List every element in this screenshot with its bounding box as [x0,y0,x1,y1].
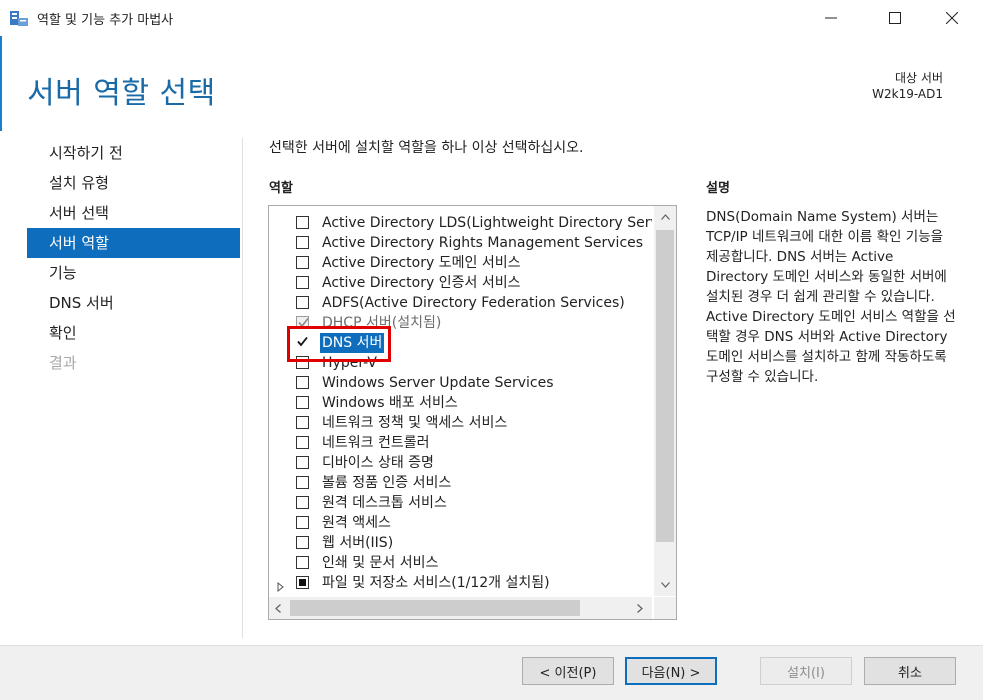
role-row[interactable]: 볼륨 정품 인증 서비스 [269,473,652,493]
horizontal-scrollbar[interactable] [269,597,652,619]
role-label: 볼륨 정품 인증 서비스 [322,475,452,491]
role-label: 네트워크 정책 및 액세스 서비스 [322,415,508,431]
page-title: 서버 역할 선택 [27,76,216,111]
scroll-right-icon[interactable] [631,599,649,617]
roles-header: 역할 [269,181,293,196]
role-label: 원격 데스크톱 서비스 [322,495,447,511]
role-checkbox[interactable] [296,436,309,449]
role-checkbox[interactable] [296,476,309,489]
role-checkbox[interactable] [296,216,309,229]
role-row[interactable]: DHCP 서버(설치됨) [269,313,652,333]
role-label: Windows 배포 서비스 [322,395,458,411]
role-checkbox[interactable] [296,296,309,309]
role-description: DNS(Domain Name System) 서버는 TCP/IP 네트워크에… [706,209,956,385]
role-row[interactable]: 디바이스 상태 증명 [269,453,652,473]
install-button: 설치(I) [760,657,852,685]
nav-divider [242,138,243,638]
maximize-button[interactable] [872,0,918,36]
role-checkbox[interactable] [296,276,309,289]
scroll-down-icon[interactable] [654,576,676,594]
nav-item-confirmation[interactable]: 확인 [27,318,240,348]
nav-item-before-you-begin[interactable]: 시작하기 전 [27,138,240,168]
window-title: 역할 및 기능 추가 마법사 [37,13,174,28]
window-edge-accent [0,36,2,131]
role-checkbox[interactable] [296,376,309,389]
role-checkbox[interactable] [296,556,309,569]
role-label: Windows Server Update Services [322,375,554,391]
role-checkbox [296,316,309,329]
target-server-value: W2k19-AD1 [872,87,943,101]
role-row[interactable]: Active Directory 인증서 서비스 [269,273,652,293]
role-checkbox[interactable] [296,416,309,429]
role-label: DHCP 서버(설치됨) [322,315,442,331]
server-manager-icon [9,9,29,27]
vertical-scroll-thumb[interactable] [656,230,674,542]
expand-arrow-icon[interactable] [277,577,285,593]
roles-list[interactable]: Active Directory LDS(Lightweight Directo… [268,205,677,620]
role-label: Active Directory 인증서 서비스 [322,275,521,291]
role-label: 네트워크 컨트롤러 [322,435,430,451]
cancel-button[interactable]: 취소 [864,657,956,685]
title-bar: 역할 및 기능 추가 마법사 [0,0,983,36]
next-button[interactable]: 다음(N) > [625,657,717,685]
role-label: 웹 서버(IIS) [322,535,394,551]
role-checkbox[interactable] [296,396,309,409]
role-checkbox[interactable] [296,256,309,269]
instruction-text: 선택한 서버에 설치할 역할을 하나 이상 선택하십시오. [269,140,584,156]
role-row[interactable]: 네트워크 컨트롤러 [269,433,652,453]
role-row[interactable]: DNS 서버 [269,333,652,353]
role-checkbox[interactable] [296,516,309,529]
wizard-nav: 시작하기 전 설치 유형 서버 선택 서버 역할 기능 DNS 서버 확인 결과 [27,138,240,378]
role-checkbox[interactable] [296,356,309,369]
role-label: Active Directory LDS(Lightweight Directo… [322,215,652,231]
scroll-up-icon[interactable] [654,208,676,226]
role-checkbox[interactable] [296,236,309,249]
description-header: 설명 [706,181,730,196]
nav-item-server-selection[interactable]: 서버 선택 [27,198,240,228]
role-row[interactable]: Windows Server Update Services [269,373,652,393]
role-label: ADFS(Active Directory Federation Service… [322,295,625,311]
scroll-left-icon[interactable] [269,599,287,617]
vertical-scrollbar[interactable] [654,206,676,596]
role-checkbox[interactable] [296,536,309,549]
role-row[interactable]: 파일 및 저장소 서비스(1/12개 설치됨) [269,573,652,593]
nav-item-dns-server[interactable]: DNS 서버 [27,288,240,318]
role-row[interactable]: Active Directory LDS(Lightweight Directo… [269,213,652,233]
nav-item-server-roles[interactable]: 서버 역할 [27,228,240,258]
role-row[interactable]: Hyper-V [269,353,652,373]
role-label: 파일 및 저장소 서비스(1/12개 설치됨) [322,575,550,591]
roles-list-viewport: Active Directory LDS(Lightweight Directo… [269,206,652,596]
role-row[interactable]: Active Directory Rights Management Servi… [269,233,652,253]
horizontal-scroll-thumb[interactable] [290,600,580,616]
close-button[interactable] [929,0,975,36]
role-row[interactable]: Active Directory 도메인 서비스 [269,253,652,273]
role-row[interactable]: 원격 액세스 [269,513,652,533]
role-label: Active Directory 도메인 서비스 [322,255,521,271]
role-checkbox[interactable] [296,576,309,589]
role-row[interactable]: Windows 배포 서비스 [269,393,652,413]
role-row[interactable]: 웹 서버(IIS) [269,533,652,553]
role-checkbox[interactable] [296,496,309,509]
previous-button[interactable]: < 이전(P) [522,657,614,685]
target-server-label: 대상 서버 [895,71,943,85]
role-row[interactable]: ADFS(Active Directory Federation Service… [269,293,652,313]
role-row[interactable]: 네트워크 정책 및 액세스 서비스 [269,413,652,433]
role-checkbox[interactable] [296,336,309,349]
role-row[interactable]: 원격 데스크톱 서비스 [269,493,652,513]
role-label: 인쇄 및 문서 서비스 [322,555,439,571]
role-label: 디바이스 상태 증명 [322,455,434,471]
role-label: Hyper-V [322,355,377,371]
nav-item-features[interactable]: 기능 [27,258,240,288]
scroll-corner [654,597,676,619]
role-checkbox[interactable] [296,456,309,469]
role-label: DNS 서버 [320,333,385,353]
role-label: Active Directory Rights Management Servi… [322,235,644,251]
role-label: 원격 액세스 [322,515,391,531]
minimize-button[interactable] [808,0,854,36]
nav-item-installation-type[interactable]: 설치 유형 [27,168,240,198]
nav-item-results: 결과 [49,354,77,372]
role-row[interactable]: 인쇄 및 문서 서비스 [269,553,652,573]
